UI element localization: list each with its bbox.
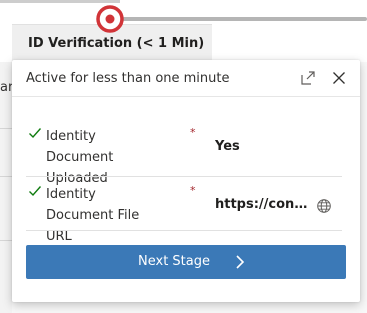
field-value[interactable]: Yes [215,139,240,154]
header-divider [12,96,360,97]
field-value[interactable]: https://cont... [215,197,309,212]
process-bar-track [118,17,367,21]
close-icon[interactable] [330,69,348,87]
flyout-header: Active for less than one minute [12,60,360,96]
field-identity-document-uploaded: Identity Document Uploaded * Yes [26,124,346,186]
checkmark-icon [29,186,42,197]
target-icon[interactable] [96,5,124,33]
field-label: Identity Document File URL [46,187,140,244]
globe-icon[interactable] [316,198,332,214]
row-divider [26,230,342,231]
expand-icon[interactable] [299,69,317,87]
checkmark-icon [29,128,42,139]
stage-flyout: Active for less than one minute Identity… [12,60,360,302]
row-divider [26,176,342,177]
field-label: Identity Document Uploaded [46,129,114,186]
required-indicator: * [190,126,196,139]
stage-label: ID Verification (< 1 Min) [28,36,205,51]
background-form-area [0,62,12,313]
required-indicator: * [190,184,196,197]
next-stage-button[interactable]: Next Stage [26,245,346,279]
process-bar-track-left [0,0,120,3]
next-stage-label: Next Stage [138,254,210,269]
chevron-right-icon [236,255,245,269]
flyout-title: Active for less than one minute [26,71,230,86]
field-identity-document-file-url: Identity Document File URL * https://con… [26,182,346,244]
